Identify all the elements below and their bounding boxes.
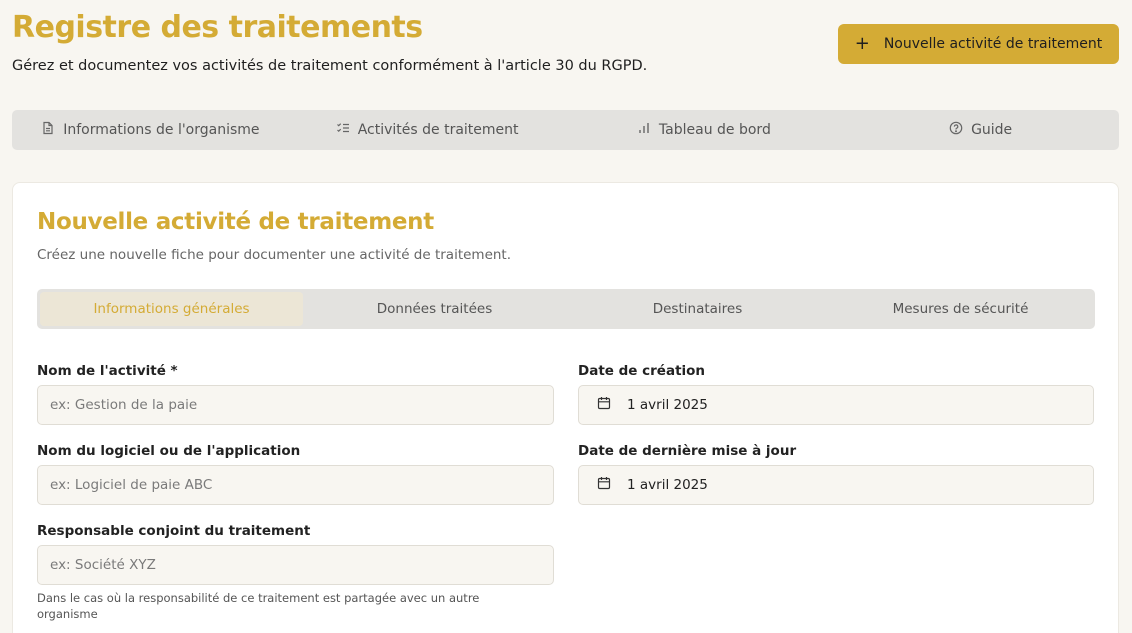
main-tabs: Informations de l'organisme Activités de…: [12, 110, 1119, 150]
tab-dashboard[interactable]: Tableau de bord: [566, 110, 843, 150]
creation-date-label: Date de création: [578, 363, 706, 379]
tab-processed-data[interactable]: Données traitées: [303, 292, 566, 326]
tab-label: Guide: [971, 122, 1013, 138]
tab-general-info[interactable]: Informations générales: [40, 292, 303, 326]
new-activity-button-label: Nouvelle activité de traitement: [883, 36, 1103, 52]
tab-processing-activities[interactable]: Activités de traitement: [289, 110, 566, 150]
new-activity-button[interactable]: + Nouvelle activité de traitement: [838, 24, 1119, 64]
calendar-icon: [597, 476, 611, 494]
joint-controller-label: Responsable conjoint du traitement: [37, 523, 311, 539]
update-date-value: 1 avril 2025: [627, 477, 708, 493]
activity-name-label: Nom de l'activité *: [37, 363, 178, 379]
form-tabs: Informations générales Données traitées …: [37, 289, 1095, 329]
form-title: Nouvelle activité de traitement: [37, 209, 434, 235]
calendar-icon: [597, 396, 611, 414]
document-icon: [41, 121, 55, 139]
tab-guide[interactable]: Guide: [842, 110, 1119, 150]
update-date-picker[interactable]: 1 avril 2025: [578, 465, 1094, 505]
checklist-icon: [336, 121, 350, 139]
creation-date-value: 1 avril 2025: [627, 397, 708, 413]
tab-label: Activités de traitement: [357, 122, 519, 138]
creation-date-picker[interactable]: 1 avril 2025: [578, 385, 1094, 425]
bar-chart-icon: [637, 121, 651, 139]
tab-recipients[interactable]: Destinataires: [566, 292, 829, 326]
page-title: Registre des traitements: [12, 10, 423, 45]
plus-icon: +: [854, 33, 870, 54]
joint-controller-help: Dans le cas où la responsabilité de ce t…: [37, 591, 480, 621]
help-circle-icon: [949, 121, 963, 139]
tab-security-measures[interactable]: Mesures de sécurité: [829, 292, 1092, 326]
page-subtitle: Gérez et documentez vos activités de tra…: [12, 58, 648, 74]
software-name-label: Nom du logiciel ou de l'application: [37, 443, 301, 459]
joint-controller-input[interactable]: [37, 545, 554, 585]
tab-organization-info[interactable]: Informations de l'organisme: [12, 110, 289, 150]
tab-label: Tableau de bord: [658, 122, 771, 138]
software-name-input[interactable]: [37, 465, 554, 505]
new-activity-form-card: Nouvelle activité de traitement Créez un…: [12, 182, 1119, 633]
update-date-label: Date de dernière mise à jour: [578, 443, 797, 459]
tab-label: Informations de l'organisme: [63, 122, 260, 138]
form-subtitle: Créez une nouvelle fiche pour documenter…: [37, 247, 512, 263]
activity-name-input[interactable]: [37, 385, 554, 425]
